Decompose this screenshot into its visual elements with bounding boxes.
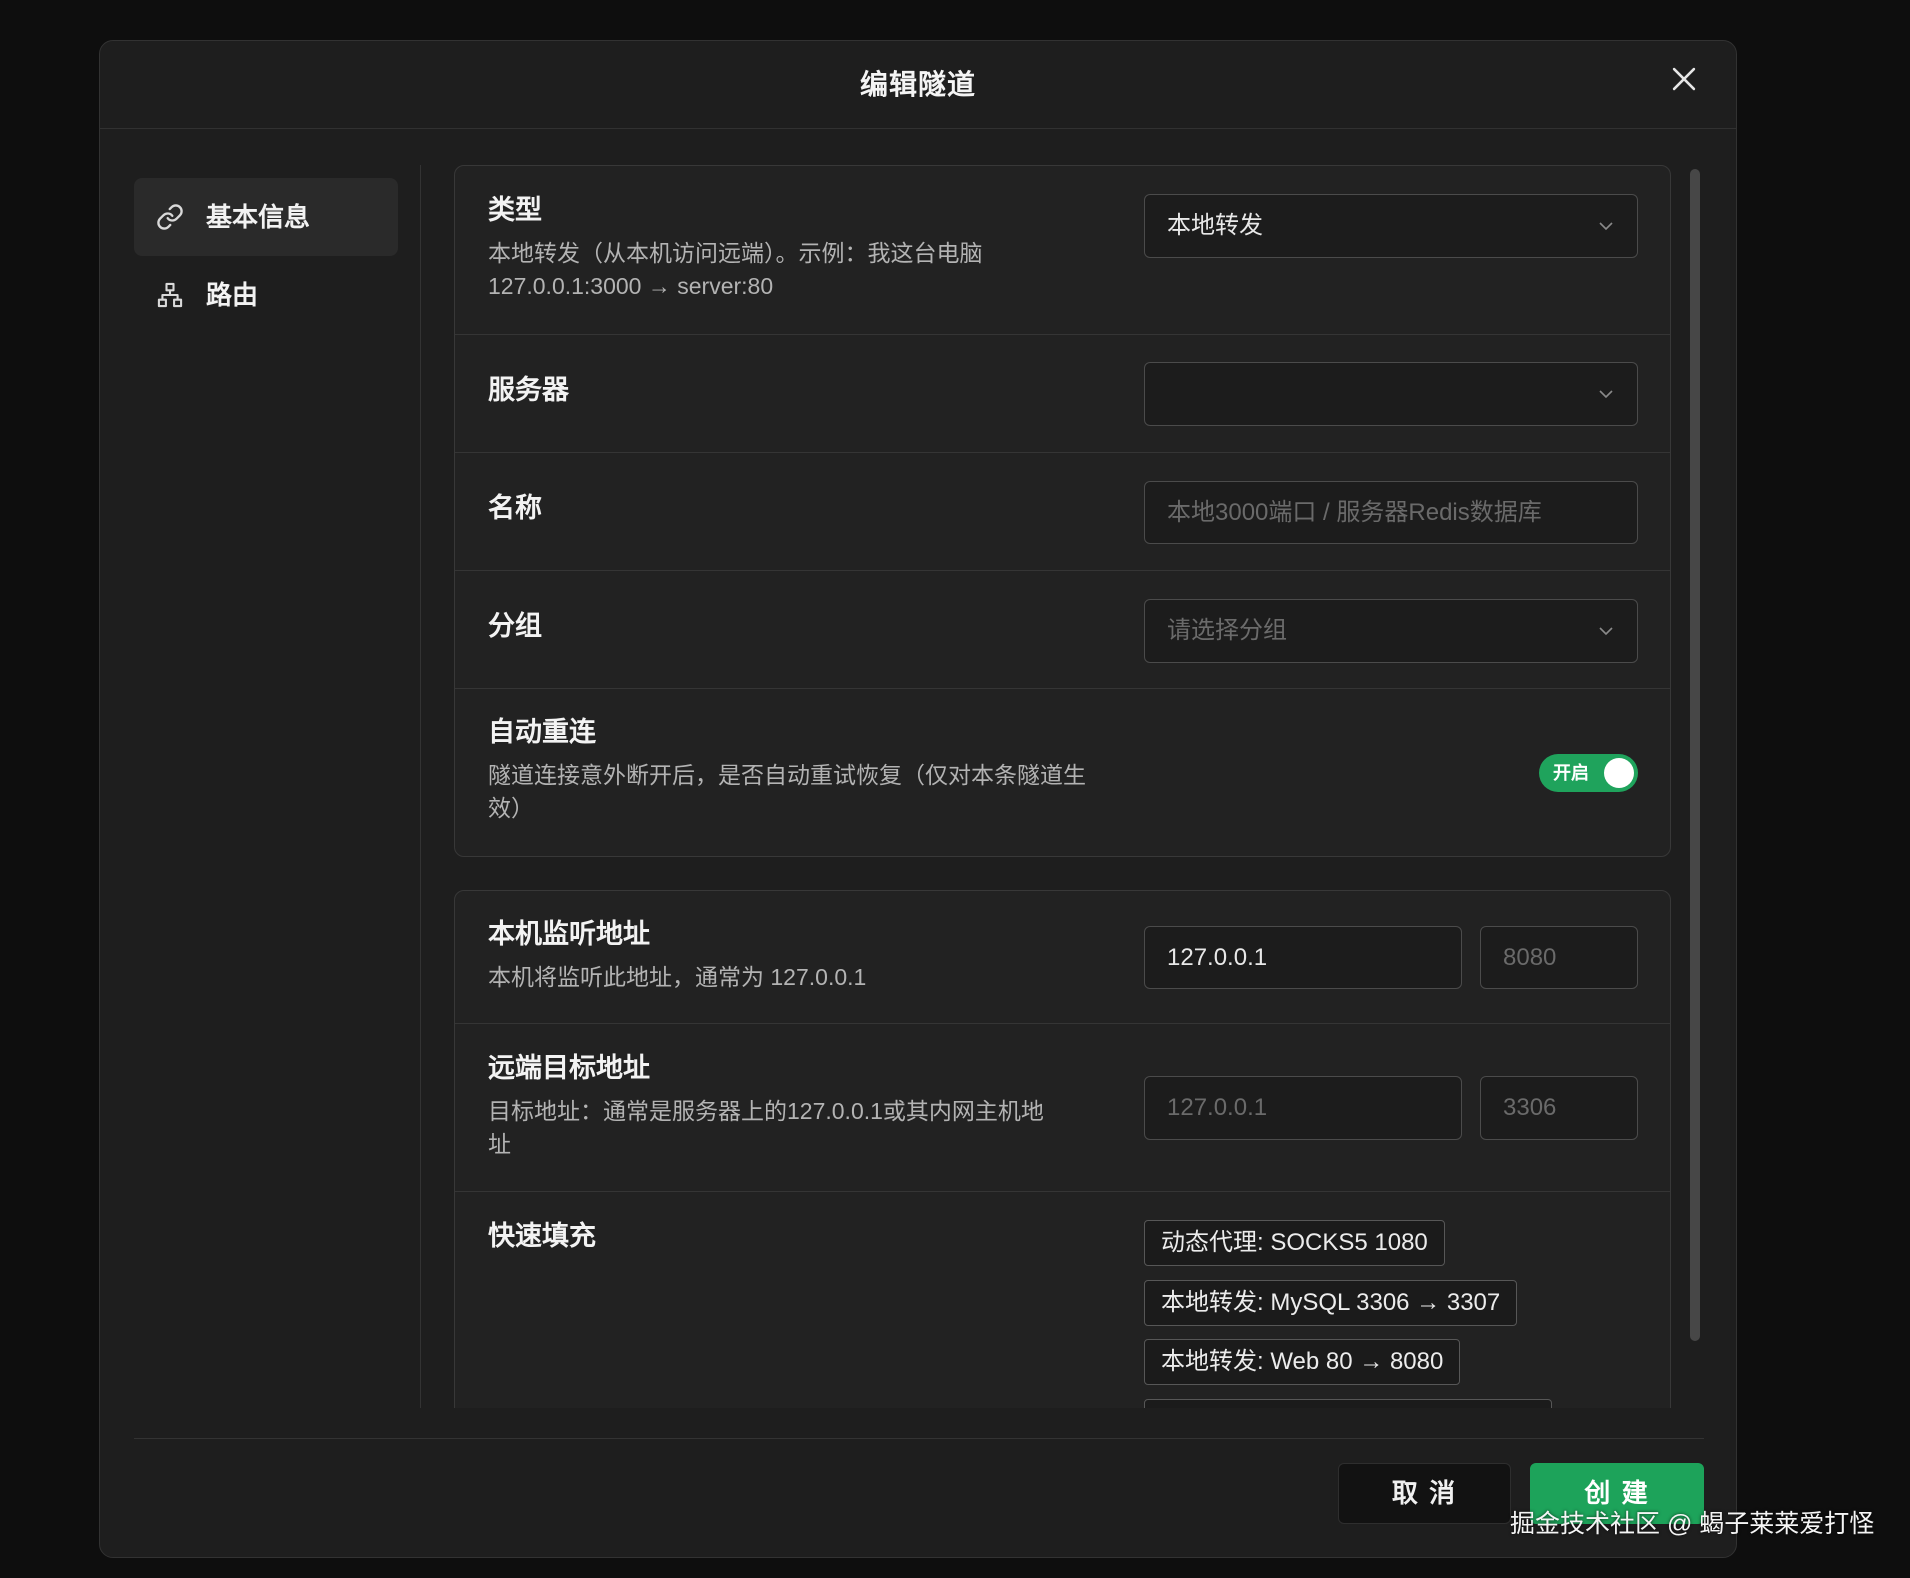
auto-reconnect-label: 自动重连 — [488, 717, 596, 747]
remote-target-row: 远端目标地址 目标地址：通常是服务器上的127.0.0.1或其内网主机地 址 — [455, 1024, 1670, 1192]
group-select[interactable]: 请选择分组 — [1144, 599, 1638, 663]
type-select-value: 本地转发 — [1167, 212, 1263, 239]
quick-fill-label: 快速填充 — [488, 1221, 596, 1251]
remote-host-input[interactable] — [1144, 1076, 1462, 1140]
name-row: 名称 — [455, 453, 1670, 571]
quick-fill-chip[interactable]: 本地转发: MySQL 3306 → 3307 — [1144, 1280, 1518, 1326]
local-listen-row: 本机监听地址 本机将监听此地址，通常为 127.0.0.1 — [455, 891, 1670, 1024]
quick-fill-chip[interactable] — [1144, 1399, 1552, 1408]
auto-reconnect-text: 自动重连 隧道连接意外断开后，是否自动重试恢复（仅对本条隧道生 效） — [488, 714, 1128, 825]
auto-reconnect-description: 隧道连接意外断开后，是否自动重试恢复（仅对本条隧道生 效） — [488, 759, 1128, 825]
local-listen-description: 本机将监听此地址，通常为 127.0.0.1 — [488, 961, 1128, 994]
sidebar-item-basic-info[interactable]: 基本信息 — [134, 178, 398, 256]
remote-target-description-line: 址 — [488, 1131, 511, 1157]
type-text: 类型 本地转发（从本机访问远端）。示例：我这台电脑 127.0.0.1:3000… — [488, 192, 1128, 303]
address-settings-card: 本机监听地址 本机将监听此地址，通常为 127.0.0.1 远端目标地址 目标地… — [454, 890, 1671, 1408]
sidebar-item-label: 基本信息 — [206, 202, 311, 232]
local-listen-text: 本机监听地址 本机将监听此地址，通常为 127.0.0.1 — [488, 916, 1128, 994]
server-select[interactable] — [1144, 362, 1638, 426]
local-listen-description-line: 本机将监听此地址，通常为 127.0.0.1 — [488, 964, 867, 990]
auto-reconnect-description-line: 隧道连接意外断开后，是否自动重试恢复（仅对本条隧道生 — [488, 762, 1086, 788]
remote-target-label: 远端目标地址 — [488, 1053, 650, 1083]
local-port-input[interactable] — [1480, 926, 1638, 989]
remote-target-description-line: 目标地址：通常是服务器上的127.0.0.1或其内网主机地 — [488, 1098, 1044, 1124]
type-description: 本地转发（从本机访问远端）。示例：我这台电脑 127.0.0.1:3000 → … — [488, 237, 1128, 303]
group-select-placeholder: 请选择分组 — [1167, 617, 1287, 644]
dialog-title: 编辑隧道 — [859, 69, 976, 100]
type-label: 类型 — [488, 195, 542, 225]
chevron-down-icon — [1597, 622, 1615, 640]
name-label: 名称 — [488, 493, 542, 523]
sitemap-icon — [156, 281, 184, 309]
group-text: 分组 — [488, 608, 1128, 644]
group-row: 分组 请选择分组 — [455, 571, 1670, 689]
auto-reconnect-toggle[interactable]: 开启 — [1539, 754, 1638, 792]
toggle-on-label: 开启 — [1553, 763, 1589, 783]
form-content: 类型 本地转发（从本机访问远端）。示例：我这台电脑 127.0.0.1:3000… — [454, 165, 1671, 1408]
dialog-header: 编辑隧道 — [100, 41, 1736, 129]
local-host-input[interactable] — [1144, 926, 1462, 989]
content-scrollbar[interactable] — [1690, 169, 1700, 1341]
auto-reconnect-row: 自动重连 隧道连接意外断开后，是否自动重试恢复（仅对本条隧道生 效） 开启 — [455, 689, 1670, 856]
sidebar-item-label: 路由 — [206, 280, 259, 310]
chevron-down-icon — [1597, 217, 1615, 235]
type-row: 类型 本地转发（从本机访问远端）。示例：我这台电脑 127.0.0.1:3000… — [455, 166, 1670, 335]
server-text: 服务器 — [488, 372, 1128, 408]
type-description-line: 127.0.0.1:3000 → server:80 — [488, 273, 774, 299]
close-button[interactable] — [1667, 62, 1701, 96]
close-icon — [1672, 67, 1696, 91]
name-text: 名称 — [488, 490, 1128, 526]
server-row: 服务器 — [455, 335, 1670, 453]
remote-target-text: 远端目标地址 目标地址：通常是服务器上的127.0.0.1或其内网主机地 址 — [488, 1050, 1128, 1161]
sidebar-item-routing[interactable]: 路由 — [134, 256, 398, 334]
local-listen-label: 本机监听地址 — [488, 919, 650, 949]
remote-port-input[interactable] — [1480, 1076, 1638, 1140]
group-label: 分组 — [488, 611, 542, 641]
remote-target-description: 目标地址：通常是服务器上的127.0.0.1或其内网主机地 址 — [488, 1095, 1128, 1161]
toggle-knob — [1604, 758, 1634, 788]
quick-fill-chip[interactable]: 本地转发: Web 80 → 8080 — [1144, 1339, 1461, 1385]
link-icon — [156, 203, 184, 231]
quick-fill-chip[interactable]: 动态代理: SOCKS5 1080 — [1144, 1220, 1445, 1266]
footer-divider — [134, 1438, 1704, 1439]
quick-fill-text: 快速填充 — [488, 1218, 1128, 1254]
name-input[interactable] — [1144, 481, 1638, 544]
type-description-line: 本地转发（从本机访问远端）。示例：我这台电脑 — [488, 240, 983, 266]
cancel-button[interactable]: 取 消 — [1338, 1463, 1511, 1524]
chevron-down-icon — [1597, 385, 1615, 403]
basic-settings-card: 类型 本地转发（从本机访问远端）。示例：我这台电脑 127.0.0.1:3000… — [454, 165, 1671, 857]
auto-reconnect-description-line: 效） — [488, 795, 534, 821]
edit-tunnel-dialog: 编辑隧道 基本信息 路由 类型 本地转发（从本机访问远端）。示例：我这台电脑 1… — [99, 40, 1737, 1558]
type-select[interactable]: 本地转发 — [1144, 194, 1638, 258]
sidebar-divider — [420, 165, 421, 1408]
watermark: 掘金技术社区 @ 蝎子莱莱爱打怪 — [1510, 1510, 1875, 1538]
server-label: 服务器 — [488, 375, 569, 405]
quick-fill-row: 快速填充 动态代理: SOCKS5 1080 本地转发: MySQL 3306 … — [455, 1192, 1670, 1408]
